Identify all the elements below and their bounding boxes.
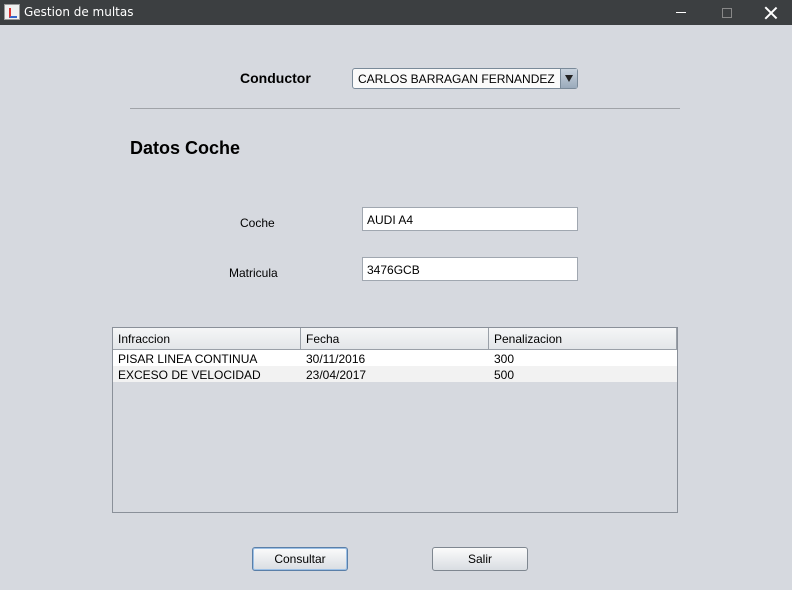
table-cell: 30/11/2016 — [306, 352, 366, 366]
table-cell: 500 — [494, 368, 515, 382]
close-button[interactable] — [748, 0, 792, 25]
table-header: Infraccion Fecha Penalizacion — [113, 328, 677, 350]
conductor-selected-value: CARLOS BARRAGAN FERNANDEZ — [358, 72, 555, 86]
table-cell: PISAR LINEA CONTINUA — [118, 352, 258, 366]
window-title: Gestion de multas — [24, 5, 134, 19]
table-cell: 23/04/2017 — [306, 368, 367, 382]
table-cell: 300 — [494, 352, 515, 366]
minimize-icon — [676, 12, 686, 13]
column-header-infraccion[interactable]: Infraccion — [113, 328, 301, 349]
column-header-penalizacion[interactable]: Penalizacion — [489, 328, 677, 349]
table-cell: EXCESO DE VELOCIDAD — [118, 368, 261, 382]
coche-label: Coche — [240, 216, 275, 230]
minimize-button[interactable] — [658, 0, 704, 25]
maximize-button[interactable] — [704, 0, 750, 25]
table-row[interactable]: PISAR LINEA CONTINUA 30/11/2016 300 — [113, 350, 677, 366]
conductor-label: Conductor — [240, 70, 311, 86]
matricula-field[interactable]: 3476GCB — [362, 257, 578, 281]
matricula-label: Matricula — [229, 266, 278, 280]
java-app-icon — [4, 4, 20, 20]
salir-button[interactable]: Salir — [432, 547, 528, 571]
column-header-fecha[interactable]: Fecha — [301, 328, 489, 349]
section-title: Datos Coche — [130, 138, 241, 158]
infractions-table[interactable]: Infraccion Fecha Penalizacion PISAR LINE… — [112, 327, 678, 513]
close-icon — [765, 7, 777, 19]
consultar-button[interactable]: Consultar — [252, 547, 348, 571]
maximize-icon — [722, 7, 732, 18]
separator — [130, 108, 680, 109]
chevron-down-icon[interactable] — [560, 69, 577, 88]
conductor-combobox[interactable]: CARLOS BARRAGAN FERNANDEZ — [352, 68, 578, 89]
title-bar[interactable]: Gestion de multas — [0, 0, 792, 25]
table-row[interactable]: EXCESO DE VELOCIDAD 23/04/2017 500 — [113, 366, 677, 382]
coche-field[interactable]: AUDI A4 — [362, 207, 578, 231]
